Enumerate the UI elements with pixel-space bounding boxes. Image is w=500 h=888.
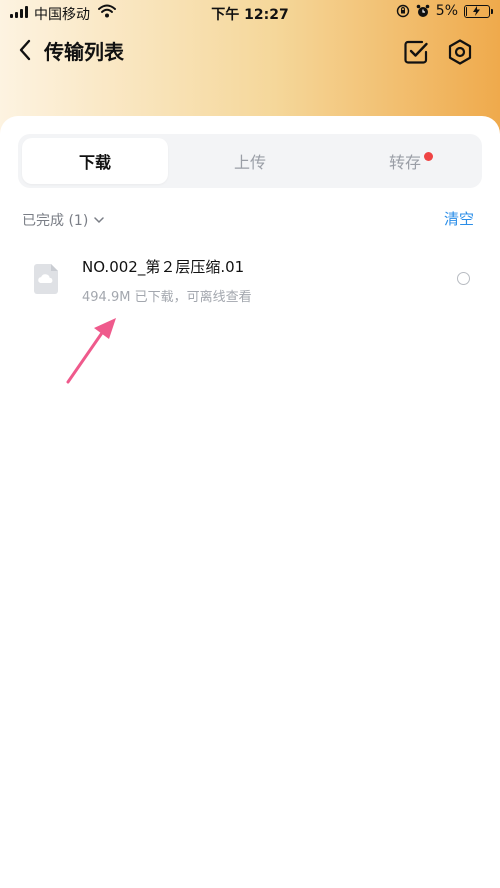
tab-download-label: 下载 (78, 153, 111, 172)
select-radio[interactable] (457, 272, 470, 285)
page-title: 传输列表 (44, 40, 124, 64)
tab-download[interactable]: 下载 (22, 138, 168, 184)
chevron-down-icon (94, 217, 105, 224)
completed-section-toggle[interactable]: 已完成 (1) (22, 210, 105, 230)
status-right-group: 5% (396, 3, 493, 19)
completed-section-label: 已完成 (1) (22, 213, 89, 229)
alarm-icon (416, 4, 430, 17)
checkbox-check-icon[interactable] (402, 38, 430, 66)
cloud-file-icon (34, 264, 58, 294)
gear-icon[interactable] (446, 38, 474, 66)
charging-bolt-icon (473, 5, 480, 16)
tab-upload[interactable]: 上传 (177, 138, 323, 184)
nav-bar: 传输列表 (0, 30, 500, 70)
list-item[interactable]: NO.002_第２层压缩.01 494.9M 已下载，可离线查看 (0, 244, 500, 308)
new-badge-dot (424, 152, 433, 161)
tab-upload-label: 上传 (233, 153, 266, 172)
back-chevron-icon[interactable] (14, 36, 36, 64)
section-header: 已完成 (1) 清空 (0, 208, 500, 232)
battery-percent: 5% (435, 3, 458, 19)
annotation-arrow-icon (66, 318, 116, 384)
battery-fill (466, 6, 467, 16)
battery-icon (464, 4, 493, 18)
tab-transfer-save-label: 转存 (388, 153, 421, 172)
transfer-tabs: 下载 上传 转存 (18, 134, 482, 188)
content-sheet: 下载 上传 转存 已完成 (1) 清空 NO.002_第２层压缩.01 494.… (0, 116, 500, 888)
file-meta: 494.9M 已下载，可离线查看 (82, 290, 252, 305)
status-bar: 中国移动 下午 12:27 5% (0, 0, 500, 26)
file-name: NO.002_第２层压缩.01 (82, 258, 245, 276)
clear-button[interactable]: 清空 (444, 208, 474, 229)
tab-transfer-save[interactable]: 转存 (332, 138, 478, 184)
rotation-lock-icon (396, 4, 409, 18)
